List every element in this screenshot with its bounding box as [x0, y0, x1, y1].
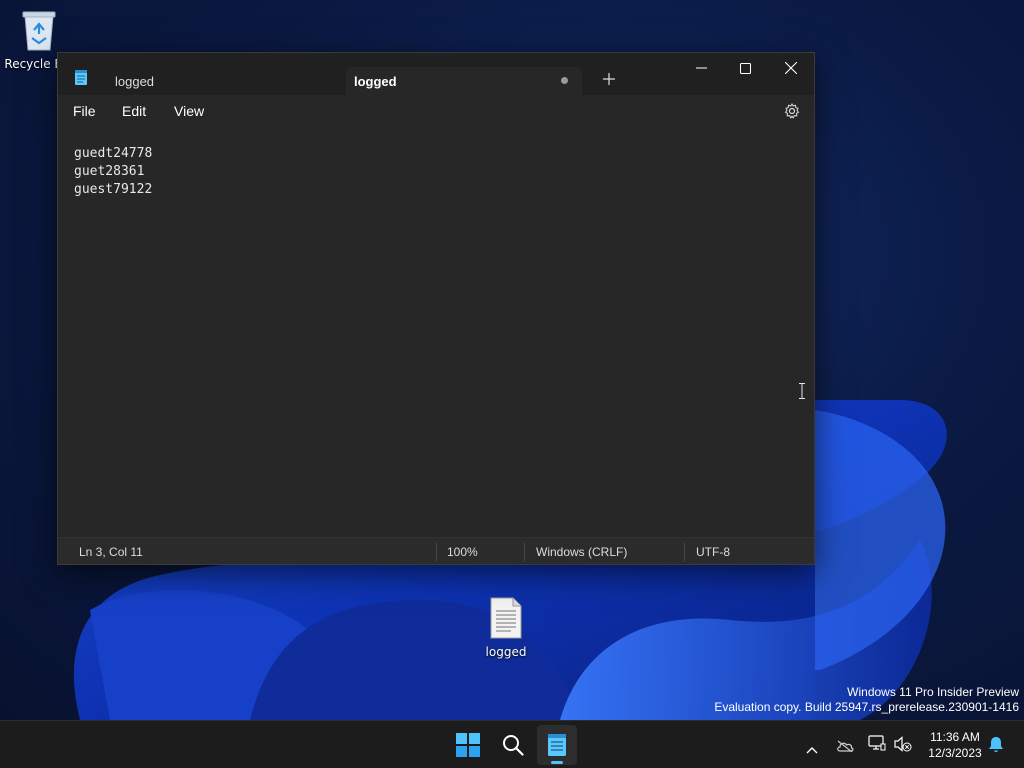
status-divider: [436, 542, 437, 562]
menu-file[interactable]: File: [73, 103, 96, 119]
running-app-indicator: [551, 761, 563, 764]
cursor-position[interactable]: Ln 3, Col 11: [79, 545, 143, 559]
text-file-icon: [490, 597, 522, 639]
clock-date: 12/3/2023: [928, 746, 982, 760]
notification-bell-icon: [989, 737, 1003, 752]
text-line: guedt24778: [74, 146, 153, 161]
unsaved-indicator-icon[interactable]: [561, 77, 568, 84]
search-icon: [503, 735, 524, 756]
new-tab-button[interactable]: [598, 69, 620, 90]
volume-button[interactable]: [894, 736, 912, 756]
settings-button[interactable]: [784, 103, 800, 123]
status-divider: [684, 542, 685, 562]
onedrive-button[interactable]: [836, 737, 854, 756]
start-button[interactable]: [448, 725, 488, 765]
close-button[interactable]: [768, 53, 814, 83]
tab-label: logged: [354, 73, 397, 89]
text-editor-area[interactable]: guedt24778 guet28361 guest79122: [58, 129, 814, 537]
plus-icon: [603, 73, 615, 85]
gear-icon: [784, 103, 800, 119]
watermark-edition: Windows 11 Pro Insider Preview: [847, 685, 1019, 699]
show-hidden-icons-button[interactable]: [806, 739, 818, 758]
tab-logged-2-active[interactable]: logged: [346, 67, 582, 95]
notepad-app-icon: [75, 70, 87, 85]
watermark-build: Evaluation copy. Build 25947.rs_prerelea…: [714, 700, 1019, 714]
menu-view[interactable]: View: [174, 103, 204, 119]
text-line: guest79122: [74, 182, 153, 197]
notepad-icon: [548, 734, 566, 756]
line-ending[interactable]: Windows (CRLF): [536, 545, 627, 559]
close-icon: [785, 62, 797, 74]
chevron-up-icon: [806, 747, 818, 754]
status-divider: [524, 542, 525, 562]
notepad-window: logged logged File Edit View guedt24778 …: [57, 52, 815, 565]
text-line: guet28361: [74, 164, 145, 179]
menu-bar: File Edit View: [58, 95, 814, 129]
notifications-button[interactable]: [988, 736, 1004, 757]
volume-muted-icon: [894, 736, 912, 752]
taskbar: 11:36 AM 12/3/2023: [0, 720, 1024, 768]
text-cursor-icon: [799, 383, 805, 399]
maximize-icon: [739, 62, 751, 74]
desktop-icon-logged-file[interactable]: logged: [466, 596, 546, 659]
network-icon: [868, 735, 886, 751]
status-bar: Ln 3, Col 11 100% Windows (CRLF) UTF-8: [58, 537, 814, 564]
encoding[interactable]: UTF-8: [696, 545, 730, 559]
search-button[interactable]: [493, 725, 533, 765]
menu-edit[interactable]: Edit: [122, 103, 146, 119]
minimize-icon: [695, 67, 707, 69]
zoom-level[interactable]: 100%: [447, 545, 478, 559]
maximize-button[interactable]: [722, 53, 768, 83]
title-bar[interactable]: logged logged: [58, 53, 814, 95]
taskbar-clock[interactable]: 11:36 AM 12/3/2023: [916, 729, 994, 761]
start-icon: [456, 733, 480, 757]
clock-time: 11:36 AM: [930, 730, 980, 744]
taskbar-notepad-button[interactable]: [537, 725, 577, 765]
tab-label: logged: [115, 73, 155, 89]
onedrive-icon: [837, 740, 854, 753]
minimize-button[interactable]: [678, 53, 724, 83]
recycle-bin-icon: [22, 11, 56, 51]
network-button[interactable]: [868, 735, 886, 755]
tab-logged-1[interactable]: logged: [103, 67, 343, 95]
evaluation-watermark: Windows 11 Pro Insider Preview Evaluatio…: [714, 685, 1019, 715]
desktop-icon-label: logged: [485, 645, 527, 659]
